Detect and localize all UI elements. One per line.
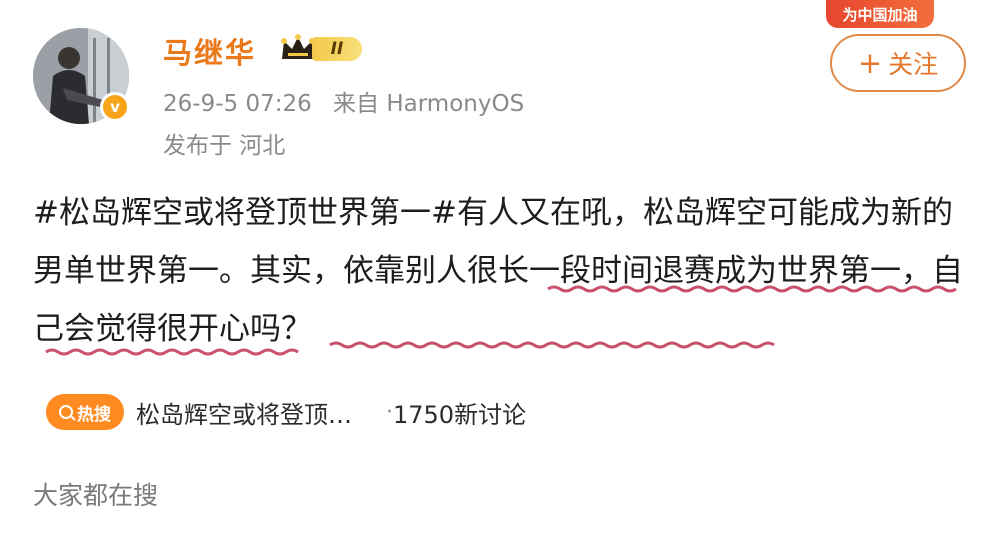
hot-search-count: 1750新讨论: [393, 400, 527, 429]
section-title: 大家都在搜: [33, 481, 159, 510]
hot-search-topic[interactable]: 松岛辉空或将登顶…: [136, 395, 352, 430]
hot-search-badge: 热搜: [46, 394, 124, 430]
highlight-underline: [45, 285, 957, 356]
hot-search-bar[interactable]: 热搜 松岛辉空或将登顶… · 1750新讨论: [46, 392, 526, 432]
separator-dot: ·: [386, 399, 393, 425]
hot-search-badge-label: 热搜: [77, 404, 111, 425]
search-icon: [59, 405, 73, 419]
